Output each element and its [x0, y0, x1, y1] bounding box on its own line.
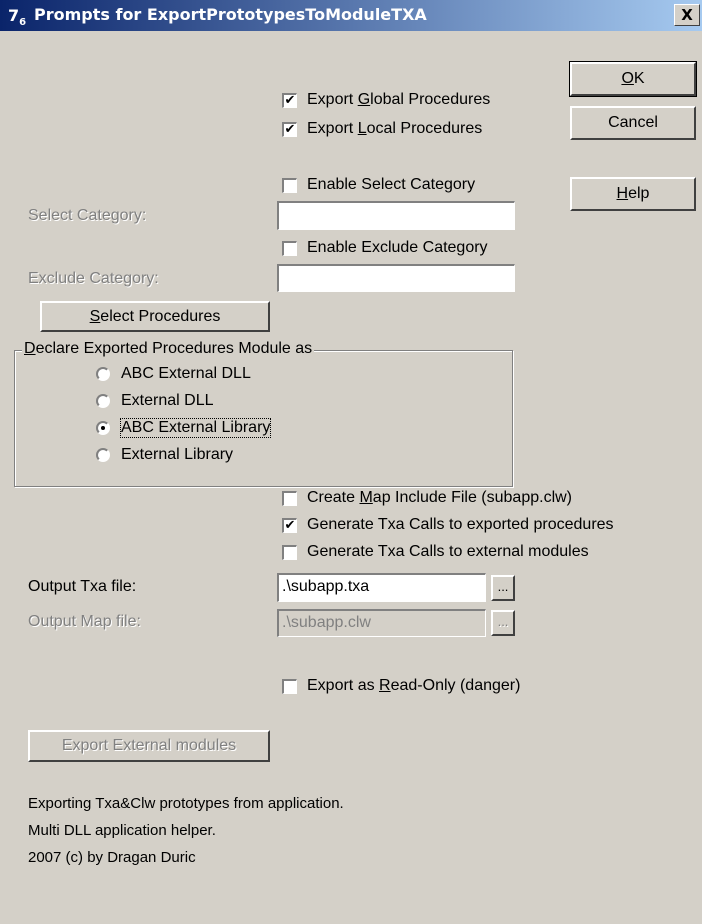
- browse-map-button[interactable]: ...: [491, 610, 515, 636]
- close-button[interactable]: X: [674, 4, 700, 26]
- cancel-button[interactable]: Cancel: [570, 106, 696, 140]
- generate-txa-exported-checkbox[interactable]: ✔ Generate Txa Calls to exported procedu…: [282, 516, 614, 534]
- export-local-label: Export Local Procedures: [307, 120, 483, 137]
- radio-button[interactable]: [96, 421, 110, 435]
- enable-select-category-checkbox[interactable]: Enable Select Category: [282, 176, 475, 194]
- generate-txa-external-checkbox[interactable]: Generate Txa Calls to external modules: [282, 543, 589, 561]
- radio-button[interactable]: [96, 394, 110, 408]
- checkbox-box[interactable]: [282, 678, 297, 694]
- radio-abc-external-library[interactable]: ABC External Library: [96, 418, 272, 438]
- checkbox-box[interactable]: [282, 544, 297, 560]
- export-read-only-label: Export as Read-Only (danger): [307, 677, 521, 694]
- radio-label: External Library: [121, 446, 234, 463]
- select-procedures-button[interactable]: Select Procedures: [40, 301, 270, 332]
- checkbox-box[interactable]: ✔: [282, 121, 297, 137]
- info-line-3: 2007 (c) by Dragan Duric: [28, 849, 196, 866]
- select-category-label: Select Category:: [28, 207, 147, 224]
- app-icon: 76: [8, 6, 27, 29]
- export-global-label: Export Global Procedures: [307, 91, 491, 108]
- output-map-input[interactable]: .\subapp.clw: [277, 609, 486, 637]
- export-local-checkbox[interactable]: ✔ Export Local Procedures: [282, 120, 482, 138]
- generate-txa-external-label: Generate Txa Calls to external modules: [307, 543, 589, 560]
- exclude-category-label: Exclude Category:: [28, 270, 159, 287]
- enable-exclude-category-label: Enable Exclude Category: [307, 239, 488, 256]
- window-title: Prompts for ExportPrototypesToModuleTXA: [34, 5, 427, 24]
- create-map-include-label: Create Map Include File (subapp.clw): [307, 489, 573, 506]
- create-map-include-checkbox[interactable]: Create Map Include File (subapp.clw): [282, 489, 572, 507]
- radio-label: External DLL: [121, 392, 214, 409]
- info-line-1: Exporting Txa&Clw prototypes from applic…: [28, 795, 344, 812]
- ok-button[interactable]: OK: [569, 61, 697, 97]
- radio-external-dll[interactable]: External DLL: [96, 392, 214, 410]
- output-map-label: Output Map file:: [28, 613, 141, 630]
- output-txa-input[interactable]: .\subapp.txa: [277, 573, 486, 602]
- checkbox-box[interactable]: [282, 240, 297, 256]
- output-txa-label: Output Txa file:: [28, 578, 137, 595]
- radio-label: ABC External Library: [119, 418, 272, 438]
- module-type-group-label: Declare Exported Procedures Module as: [22, 340, 315, 358]
- radio-abc-external-dll[interactable]: ABC External DLL: [96, 365, 251, 383]
- generate-txa-exported-label: Generate Txa Calls to exported procedure…: [307, 516, 614, 533]
- checkbox-box[interactable]: [282, 490, 297, 506]
- radio-button[interactable]: [96, 448, 110, 462]
- checkbox-box[interactable]: ✔: [282, 517, 297, 533]
- help-button[interactable]: Help: [570, 177, 696, 211]
- export-read-only-checkbox[interactable]: Export as Read-Only (danger): [282, 677, 520, 695]
- select-category-input[interactable]: [277, 201, 515, 230]
- radio-label: ABC External DLL: [121, 365, 251, 382]
- info-line-2: Multi DLL application helper.: [28, 822, 216, 839]
- radio-external-library[interactable]: External Library: [96, 446, 233, 464]
- export-global-checkbox[interactable]: ✔ Export Global Procedures: [282, 91, 490, 109]
- checkbox-box[interactable]: [282, 177, 297, 193]
- enable-select-category-label: Enable Select Category: [307, 176, 476, 193]
- exclude-category-input[interactable]: [277, 264, 515, 292]
- radio-button[interactable]: [96, 367, 110, 381]
- enable-exclude-category-checkbox[interactable]: Enable Exclude Category: [282, 239, 488, 257]
- checkbox-box[interactable]: ✔: [282, 92, 297, 108]
- browse-txa-button[interactable]: ...: [491, 575, 515, 601]
- export-external-modules-button[interactable]: Export External modules: [28, 730, 270, 762]
